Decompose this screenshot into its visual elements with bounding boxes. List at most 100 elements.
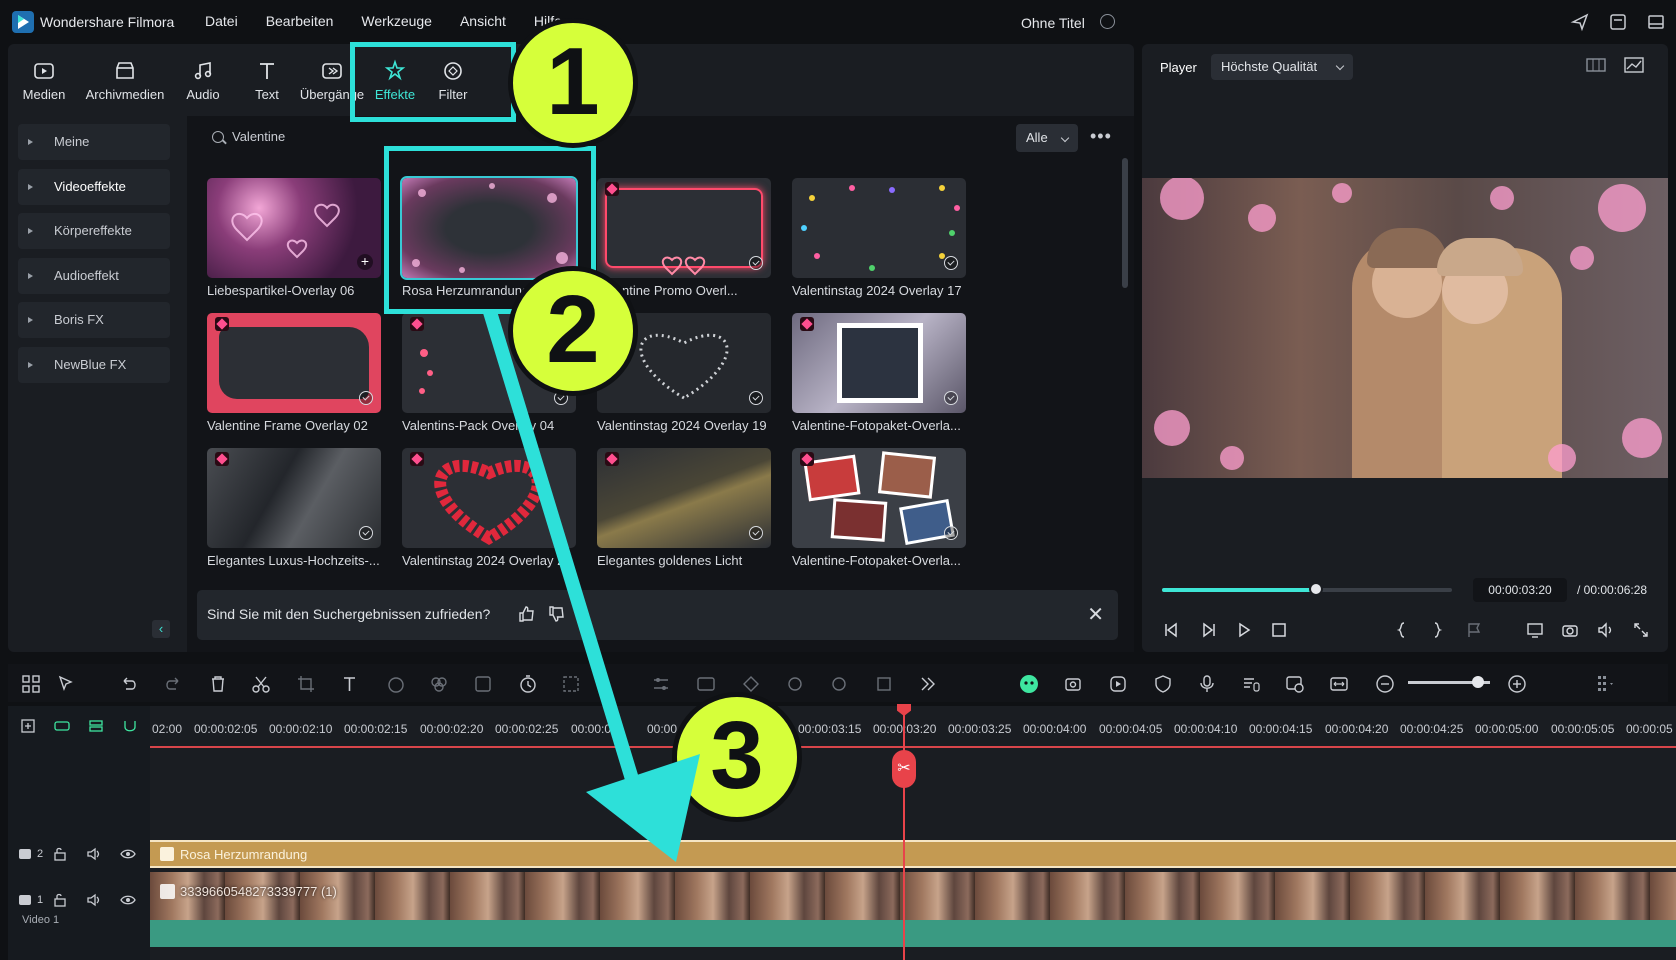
download-icon[interactable] (749, 526, 763, 540)
layout-grid-icon[interactable] (20, 673, 42, 695)
download-icon[interactable] (749, 256, 763, 270)
download-icon[interactable] (359, 391, 373, 405)
quality-dropdown[interactable]: Höchste Qualität (1211, 54, 1353, 80)
auto-highlight-icon[interactable] (1107, 673, 1129, 695)
send-icon[interactable] (1570, 12, 1590, 32)
menu-datei[interactable]: Datei (205, 13, 238, 29)
fullscreen-icon[interactable] (1631, 620, 1651, 640)
mark-out-icon[interactable] (1427, 620, 1447, 640)
menu-ansicht[interactable]: Ansicht (460, 13, 506, 29)
speed-icon[interactable] (385, 673, 407, 695)
current-time[interactable]: 00:00:03:20 (1473, 578, 1567, 602)
effect-card[interactable]: Valentine-Fotopaket-Overla... (792, 313, 966, 433)
tab-audio[interactable]: Audio (170, 44, 236, 116)
voiceover-icon[interactable] (1240, 673, 1262, 695)
progress-knob[interactable] (1308, 582, 1323, 596)
library-scrollbar[interactable] (1122, 158, 1128, 288)
sidebar-item-boris-fx[interactable]: Boris FX (18, 302, 170, 338)
select-tool-icon[interactable] (56, 673, 78, 695)
previous-frame-icon[interactable] (1162, 620, 1182, 640)
color-icon[interactable] (428, 673, 450, 695)
filter-dropdown[interactable]: Alle (1016, 124, 1078, 152)
lock-icon[interactable] (52, 846, 68, 862)
playback-progress[interactable] (1162, 582, 1452, 596)
redo-icon[interactable] (162, 673, 184, 695)
visibility-icon[interactable] (120, 892, 136, 908)
display-icon[interactable] (1525, 620, 1545, 640)
zoom-slider[interactable] (1408, 676, 1490, 688)
history-icon[interactable] (1608, 12, 1628, 32)
adjust-icon[interactable] (650, 673, 672, 695)
layout-icon[interactable] (1646, 12, 1666, 32)
effect-clip[interactable]: Rosa Herzumrandung (150, 840, 1676, 868)
stabilize-icon[interactable] (784, 673, 806, 695)
menu-bearbeiten[interactable]: Bearbeiten (266, 13, 334, 29)
mask-icon[interactable] (695, 673, 717, 695)
clip-icon[interactable] (1284, 673, 1306, 695)
effect-card[interactable]: Elegantes goldenes Licht (597, 448, 771, 568)
play-icon[interactable] (1234, 620, 1254, 640)
download-icon[interactable] (359, 526, 373, 540)
zoom-knob[interactable] (1471, 676, 1484, 688)
add-icon[interactable]: + (357, 254, 373, 270)
sidebar-item-videoeffekte[interactable]: Videoeffekte (18, 168, 170, 205)
ai-edit-icon[interactable] (472, 673, 494, 695)
effect-card[interactable]: Elegantes Luxus-Hochzeits-... (207, 448, 381, 568)
next-frame-icon[interactable] (1198, 620, 1218, 640)
track-layout-icon[interactable] (88, 718, 104, 734)
zoom-out-icon[interactable] (1374, 673, 1396, 695)
sidebar-item-meine[interactable]: Meine (18, 124, 170, 160)
effect-card[interactable]: Valentine-Fotopaket-Overla... (792, 448, 966, 568)
collapse-sidebar-button[interactable]: ‹ (152, 620, 170, 638)
more-tools-icon[interactable] (917, 673, 939, 695)
timeline-settings-icon[interactable] (1594, 673, 1616, 695)
sidebar-item-koerpereffekte[interactable]: Körpereffekte (18, 213, 170, 249)
stop-icon[interactable] (1269, 620, 1289, 640)
effect-card[interactable]: Valentinstag 2024 Overlay 2 (402, 448, 576, 568)
render-preview-icon[interactable] (1063, 673, 1085, 695)
tab-medien[interactable]: Medien (8, 44, 80, 116)
effect-card[interactable]: Valentine Promo Overl... (597, 178, 771, 298)
close-icon[interactable]: ✕ (1087, 602, 1104, 627)
magnet-icon[interactable] (122, 718, 138, 734)
audio-sync-icon[interactable] (828, 673, 850, 695)
mute-icon[interactable] (86, 892, 102, 908)
split-icon[interactable] (250, 673, 272, 695)
fit-icon[interactable] (560, 673, 582, 695)
download-icon[interactable] (749, 391, 763, 405)
add-track-icon[interactable] (20, 718, 36, 734)
add-text-icon[interactable] (340, 673, 362, 695)
thumbs-up-icon[interactable] (517, 604, 537, 624)
zoom-in-icon[interactable] (1506, 673, 1528, 695)
time-ruler[interactable]: 02:00 00:00:02:05 00:00:02:10 00:00:02:1… (150, 716, 1676, 746)
video-clip[interactable]: 3339660548273339777 (1) (150, 872, 1676, 920)
download-icon[interactable] (944, 391, 958, 405)
shield-icon[interactable] (1152, 673, 1174, 695)
crop-icon[interactable] (295, 673, 317, 695)
download-icon[interactable] (944, 256, 958, 270)
link-icon[interactable] (54, 718, 70, 734)
mark-in-icon[interactable] (1392, 620, 1412, 640)
microphone-icon[interactable] (1196, 673, 1218, 695)
volume-icon[interactable] (1596, 620, 1616, 640)
delete-icon[interactable] (207, 673, 229, 695)
search-input[interactable]: Valentine (232, 129, 285, 144)
mute-icon[interactable] (86, 846, 102, 862)
effect-card[interactable]: + Liebespartikel-Overlay 06 (207, 178, 381, 298)
sidebar-item-audioeffekt[interactable]: Audioeffekt (18, 257, 170, 294)
image-icon[interactable] (1623, 56, 1645, 77)
menu-werkzeuge[interactable]: Werkzeuge (361, 13, 432, 29)
more-options-icon[interactable]: ••• (1090, 126, 1112, 147)
undo-icon[interactable] (118, 673, 140, 695)
snapshot-icon[interactable] (1560, 620, 1580, 640)
playhead[interactable] (903, 706, 905, 960)
tab-text[interactable]: Text (236, 44, 298, 116)
lock-icon[interactable] (52, 892, 68, 908)
audio-waveform[interactable] (150, 920, 1676, 947)
sidebar-item-newblue-fx[interactable]: NewBlue FX (18, 346, 170, 383)
download-icon[interactable] (944, 526, 958, 540)
scissors-icon[interactable]: ✂ (892, 750, 916, 788)
visibility-icon[interactable] (120, 846, 136, 862)
fit-timeline-icon[interactable] (1328, 673, 1350, 695)
marker-icon[interactable] (1464, 620, 1484, 640)
